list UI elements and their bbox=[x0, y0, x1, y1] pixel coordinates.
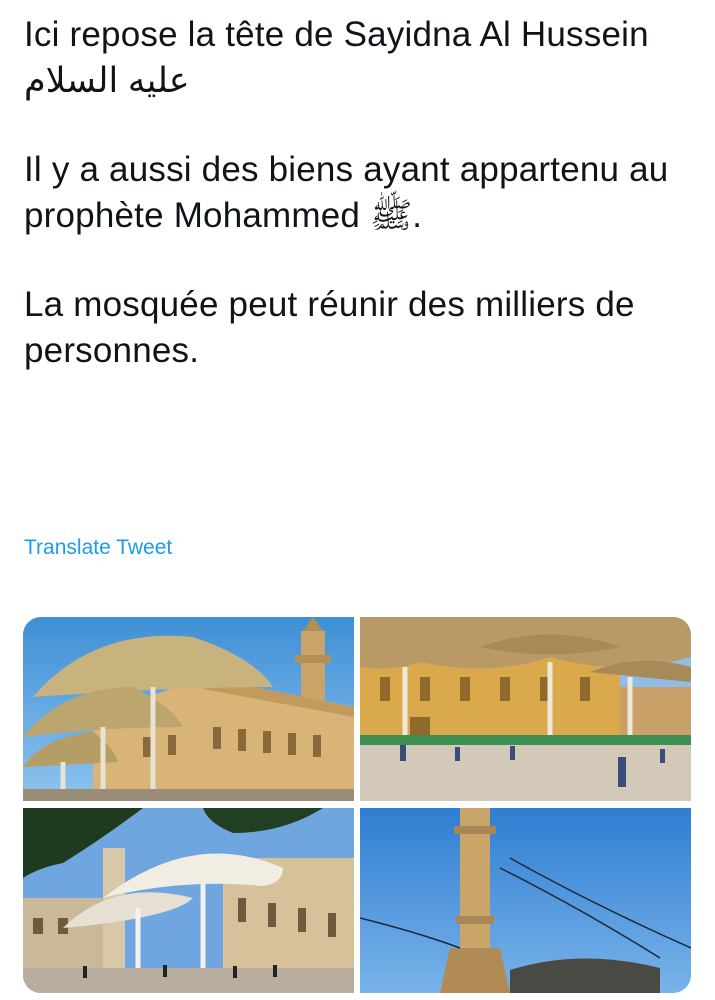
tweet-text: Ici repose la tête de Sayidna Al Hussein… bbox=[24, 12, 704, 374]
photo-mosque-plaza[interactable] bbox=[360, 617, 691, 801]
translate-tweet-link[interactable]: Translate Tweet bbox=[24, 536, 172, 560]
photo-minaret[interactable] bbox=[360, 808, 691, 993]
minaret-photo-icon bbox=[360, 808, 691, 993]
mosque-plaza-photo-icon bbox=[360, 617, 691, 801]
tweet-paragraph-3: La mosquée peut réunir des milliers de p… bbox=[24, 285, 635, 370]
photo-mosque-umbrellas[interactable] bbox=[23, 617, 354, 801]
photo-grid bbox=[23, 617, 691, 993]
mosque-white-umbrellas-photo-icon bbox=[23, 808, 354, 993]
tweet-paragraph-2: Il y a aussi des biens ayant appartenu a… bbox=[24, 150, 669, 235]
tweet-paragraph-1: Ici repose la tête de Sayidna Al Hussein… bbox=[24, 15, 649, 100]
photo-mosque-white-umbrellas[interactable] bbox=[23, 808, 354, 993]
mosque-umbrellas-photo-icon bbox=[23, 617, 354, 801]
